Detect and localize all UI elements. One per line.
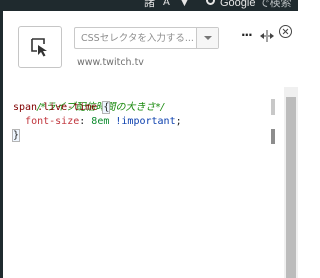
more-options-button[interactable]: ... — [241, 26, 257, 38]
minimap-viewport[interactable] — [271, 129, 275, 144]
code-selector: span.live-time — [13, 102, 98, 113]
code-open-brace: { — [102, 101, 111, 114]
search-icon — [206, 0, 215, 5]
code-semicolon: ; — [175, 116, 182, 127]
css-code-editor[interactable]: /*ライブ配信時間の大きさ*/ span.live-time { font-si… — [3, 87, 283, 278]
editor-minimap[interactable] — [271, 97, 276, 147]
browser-toolbar-glyph[interactable]: 諸 — [144, 0, 155, 10]
code-line-comment: /*ライブ配信時間の大きさ*/ — [13, 87, 164, 113]
browser-toolbar-glyph[interactable]: ▼ — [181, 0, 188, 10]
code-value: 8em — [91, 116, 110, 127]
code-line-declaration: font-size: 8em !important; — [13, 115, 182, 129]
scrollbar-thumb[interactable] — [286, 97, 296, 278]
selector-dropdown-button[interactable] — [196, 28, 218, 48]
minimap-block — [271, 99, 275, 115]
browser-search-box[interactable]: Google で検索 — [220, 0, 292, 10]
search-brand: Google — [220, 0, 256, 9]
browser-toolbar-glyph[interactable]: A — [163, 0, 170, 10]
close-icon[interactable] — [279, 25, 292, 38]
site-domain: www.twitch.tv — [77, 57, 144, 68]
horizontal-resize-icon[interactable] — [260, 27, 274, 42]
popup-header: www.twitch.tv ... — [3, 11, 298, 87]
code-line-close: } — [11, 129, 21, 143]
search-suffix: で検索 — [258, 0, 292, 9]
code-line-selector: span.live-time { — [13, 101, 111, 115]
code-close-brace: } — [11, 129, 21, 142]
browser-toolbar-strip: 諸 A ▼ Google で検索 — [0, 0, 298, 11]
element-picker-icon — [31, 38, 47, 57]
vertical-scrollbar[interactable] — [284, 87, 298, 278]
css-selector-combobox[interactable] — [74, 27, 219, 49]
code-colon: : — [79, 116, 86, 127]
element-picker-button[interactable] — [18, 26, 62, 68]
css-selector-input[interactable] — [75, 28, 197, 48]
code-important: !important — [115, 116, 176, 127]
code-property: font-size — [25, 116, 80, 127]
